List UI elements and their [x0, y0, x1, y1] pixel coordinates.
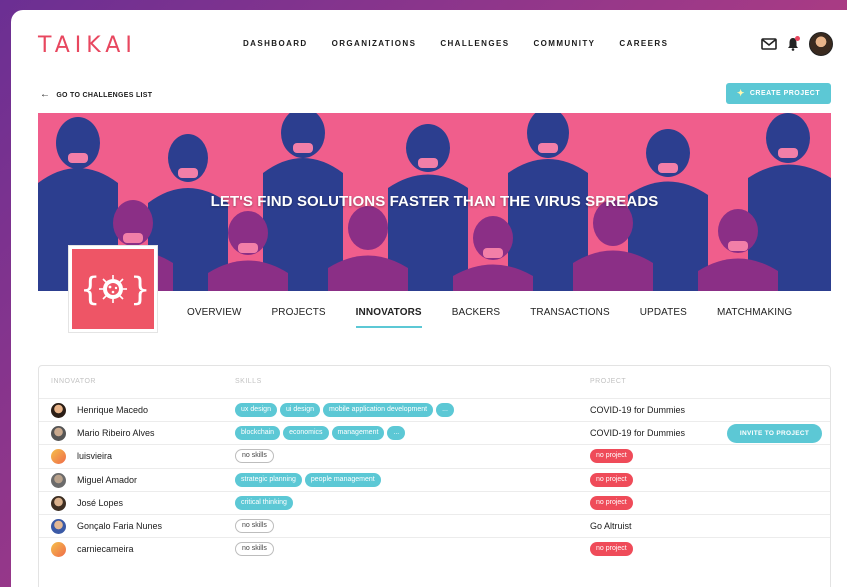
header-icons — [761, 32, 833, 56]
col-project: PROJECT — [590, 378, 627, 385]
avatar[interactable] — [51, 426, 66, 442]
tab-matchmaking[interactable]: MATCHMAKING — [717, 307, 792, 328]
nav-community[interactable]: COMMUNITY — [533, 39, 595, 48]
table-row: José Lopes critical thinking no project — [39, 490, 830, 514]
no-skills-chip: no skills — [235, 542, 274, 557]
no-project-badge: no project — [590, 472, 633, 487]
page: TAIKAI DASHBOARD ORGANIZATIONS CHALLENGE… — [11, 10, 847, 587]
table-row: luisvieira no skills no project — [39, 444, 830, 467]
more-skills-chip[interactable]: ... — [387, 426, 406, 441]
col-innovator: INNOVATOR — [51, 378, 96, 385]
arrow-left-icon: ← — [40, 89, 51, 100]
back-label: GO TO CHALLENGES LIST — [56, 91, 153, 99]
challenge-logo: { } — [69, 246, 157, 332]
avatar[interactable] — [51, 403, 66, 418]
innovator-name[interactable]: luisvieira — [77, 451, 112, 461]
lightbulb-icon: ✦ — [736, 88, 745, 98]
nav-careers[interactable]: CAREERS — [619, 39, 668, 48]
back-to-challenges-link[interactable]: ← GO TO CHALLENGES LIST — [40, 90, 152, 100]
challenge-tabs: OVERVIEW PROJECTS INNOVATORS BACKERS TRA… — [187, 307, 822, 328]
more-skills-chip[interactable]: ... — [436, 403, 454, 417]
skills-list: strategic planning people management — [235, 472, 381, 487]
svg-text:}: } — [130, 270, 148, 308]
skills-list: no skills — [235, 449, 274, 464]
skills-list: ux design ui design mobile application d… — [235, 403, 454, 417]
avatar[interactable] — [51, 472, 66, 488]
tab-overview[interactable]: OVERVIEW — [187, 307, 242, 328]
user-avatar[interactable] — [809, 32, 833, 56]
project-name[interactable]: Go Altruist — [590, 521, 632, 531]
table-header: INNOVATOR SKILLS PROJECT — [39, 366, 830, 398]
virus-icon: { } — [80, 270, 148, 308]
innovator-name[interactable]: Miguel Amador — [77, 475, 137, 485]
innovator-name[interactable]: Mario Ribeiro Alves — [77, 428, 155, 438]
top-header: TAIKAI DASHBOARD ORGANIZATIONS CHALLENGE… — [11, 10, 847, 78]
innovators-table: INNOVATOR SKILLS PROJECT Henrique Macedo… — [38, 365, 831, 587]
create-project-label: CREATE PROJECT — [749, 90, 821, 97]
project-name[interactable]: COVID-19 for Dummies — [590, 428, 685, 438]
table-row: Henrique Macedo ux design ui design mobi… — [39, 398, 830, 421]
no-project-badge: no project — [590, 495, 633, 510]
skill-chip: ux design — [235, 403, 277, 417]
tab-innovators[interactable]: INNOVATORS — [355, 307, 422, 328]
skill-chip: economics — [283, 426, 329, 441]
col-skills: SKILLS — [235, 378, 262, 385]
innovator-name[interactable]: Gonçalo Faria Nunes — [77, 521, 162, 531]
nav-dashboard[interactable]: DASHBOARD — [243, 39, 308, 48]
table-row: Gonçalo Faria Nunes no skills Go Altruis… — [39, 513, 830, 537]
no-skills-chip: no skills — [235, 449, 274, 464]
tab-projects[interactable]: PROJECTS — [272, 307, 326, 328]
skill-chip: people management — [304, 472, 381, 487]
skill-chip: critical thinking — [235, 495, 293, 510]
skill-chip: ui design — [279, 403, 320, 417]
skills-list: blockchain economics management ... — [235, 426, 406, 441]
avatar[interactable] — [51, 518, 66, 534]
avatar[interactable] — [51, 542, 66, 558]
skills-list: no skills — [235, 518, 274, 533]
bell-icon[interactable] — [787, 36, 800, 51]
notification-dot — [795, 36, 800, 41]
banner-title: LET'S FIND SOLUTIONS FASTER THAN THE VIR… — [210, 193, 659, 210]
skills-list: no skills — [235, 542, 274, 557]
mail-icon[interactable] — [761, 38, 777, 50]
taikai-logo[interactable]: TAIKAI — [38, 33, 137, 58]
nav-challenges[interactable]: CHALLENGES — [440, 39, 509, 48]
tab-transactions[interactable]: TRANSACTIONS — [530, 307, 610, 328]
skill-chip: strategic planning — [235, 472, 302, 487]
table-row: Miguel Amador strategic planning people … — [39, 467, 830, 491]
project-name[interactable]: COVID-19 for Dummies — [590, 405, 685, 415]
invite-to-project-button[interactable]: INVITE TO PROJECT — [727, 424, 822, 444]
table-row: Mario Ribeiro Alves blockchain economics… — [39, 421, 830, 444]
svg-text:{: { — [80, 270, 100, 308]
main-nav: DASHBOARD ORGANIZATIONS CHALLENGES COMMU… — [243, 39, 692, 48]
create-project-button[interactable]: ✦ CREATE PROJECT — [726, 83, 831, 104]
no-project-badge: no project — [590, 449, 633, 464]
no-skills-chip: no skills — [235, 518, 274, 533]
skill-chip: management — [331, 426, 385, 441]
tab-updates[interactable]: UPDATES — [640, 307, 687, 328]
innovator-name[interactable]: Henrique Macedo — [77, 405, 148, 415]
nav-organizations[interactable]: ORGANIZATIONS — [332, 39, 417, 48]
table-row: carniecameira no skills no project — [39, 537, 830, 560]
no-project-badge: no project — [590, 542, 633, 557]
tab-backers[interactable]: BACKERS — [452, 307, 501, 328]
skill-chip: mobile application development — [323, 403, 434, 417]
skill-chip: blockchain — [235, 426, 281, 441]
avatar[interactable] — [51, 449, 66, 465]
avatar[interactable] — [51, 495, 66, 511]
innovator-name[interactable]: carniecameira — [77, 544, 134, 554]
skills-list: critical thinking — [235, 495, 293, 510]
innovator-name[interactable]: José Lopes — [77, 498, 123, 508]
